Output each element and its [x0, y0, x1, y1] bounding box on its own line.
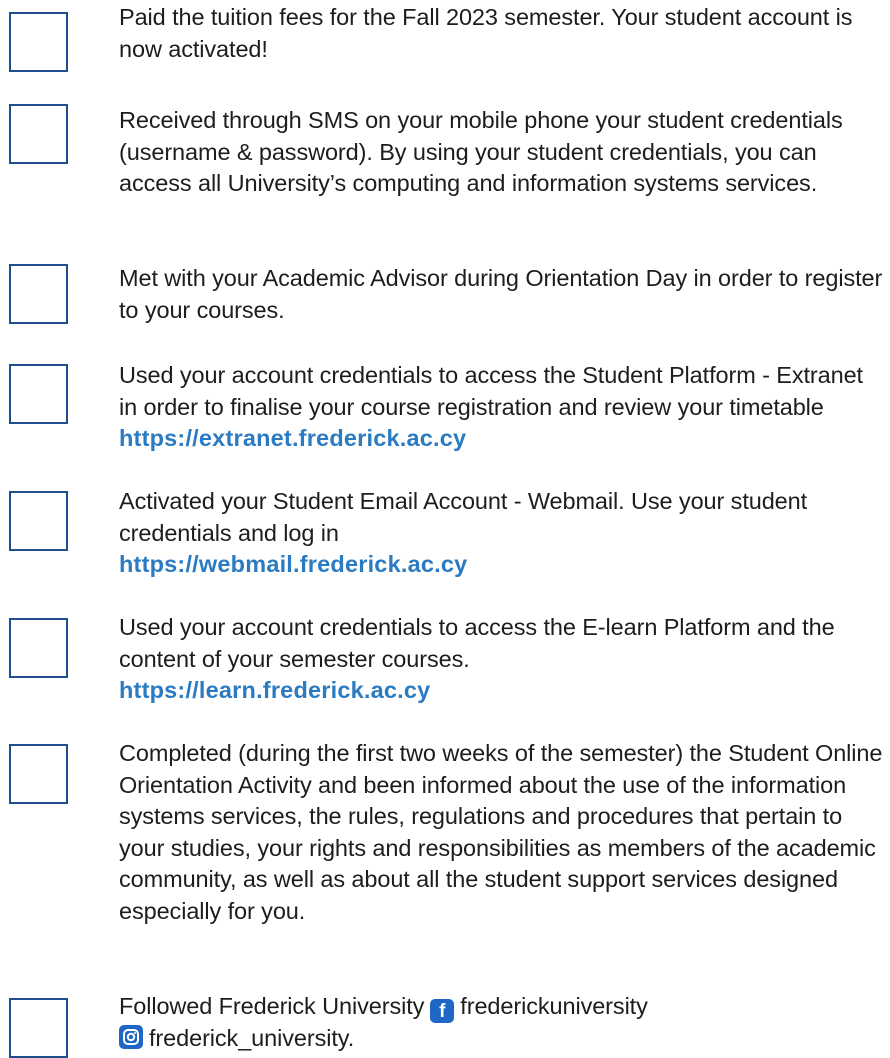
item-text: Completed (during the first two weeks of… — [119, 740, 883, 924]
instagram-handle[interactable]: frederick_university. — [149, 1025, 354, 1051]
item-text: Received through SMS on your mobile phon… — [119, 107, 843, 196]
checkbox[interactable] — [9, 491, 68, 551]
checkbox[interactable] — [9, 744, 68, 804]
item-text-body: Used your account credentials to access … — [119, 614, 835, 672]
checkbox[interactable] — [9, 264, 68, 324]
item-text: Used your account credentials to access … — [119, 360, 887, 455]
checkbox[interactable] — [9, 12, 68, 72]
item-text-body: Activated your Student Email Account - W… — [119, 488, 808, 546]
item-text: Used your account credentials to access … — [119, 612, 887, 707]
checkbox[interactable] — [9, 618, 68, 678]
facebook-icon[interactable]: f — [430, 999, 455, 1023]
checkbox[interactable] — [9, 104, 68, 164]
checkbox[interactable] — [9, 364, 68, 424]
item-text: Met with your Academic Advisor during Or… — [119, 265, 883, 323]
item-text-body: Followed Frederick University — [119, 993, 425, 1019]
extranet-link[interactable]: https://extranet.frederick.ac.cy — [119, 425, 466, 451]
item-text: Paid the tuition fees for the Fall 2023 … — [119, 4, 853, 62]
item-text: Followed Frederick University f fredericku… — [119, 991, 887, 1055]
instagram-icon[interactable] — [119, 1025, 143, 1049]
elearn-link[interactable]: https://learn.frederick.ac.cy — [119, 677, 430, 703]
checkbox[interactable] — [9, 998, 68, 1058]
facebook-handle[interactable]: frederickuniversity — [460, 993, 648, 1019]
item-text-body: Used your account credentials to access … — [119, 362, 863, 420]
webmail-link[interactable]: https://webmail.frederick.ac.cy — [119, 551, 467, 577]
item-text: Activated your Student Email Account - W… — [119, 486, 887, 581]
